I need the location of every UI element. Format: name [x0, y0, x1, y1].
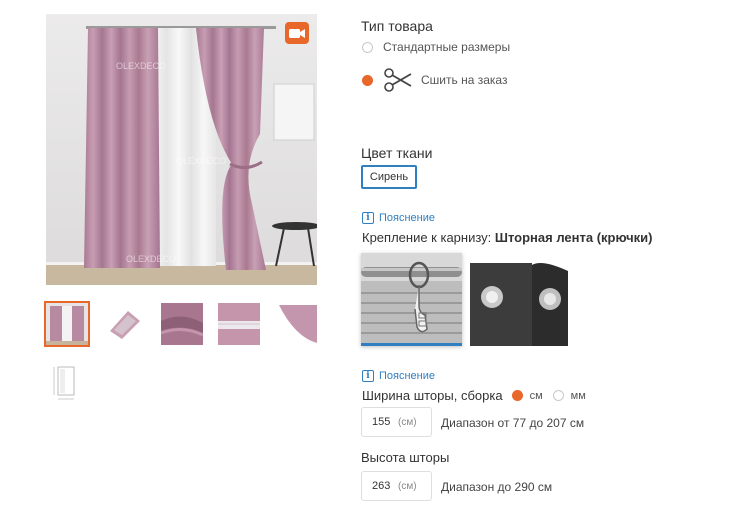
width-input[interactable] — [362, 416, 398, 428]
radio-standard-sizes[interactable] — [362, 41, 373, 53]
hint-label: Пояснение — [379, 370, 436, 382]
thumbnail-size-scheme[interactable] — [46, 361, 88, 403]
unit-radio-cm[interactable] — [511, 390, 523, 401]
unit-label-cm: см — [529, 389, 543, 402]
thumbnail-image — [46, 303, 88, 345]
thumbnail-fabric-tape[interactable] — [218, 303, 260, 345]
height-unit: (см) — [398, 480, 417, 492]
width-hint-link[interactable]: i Пояснение — [362, 370, 435, 382]
mount-hint-link[interactable]: i Пояснение — [362, 212, 435, 224]
width-range: Диапазон от 77 до 207 см — [441, 416, 585, 430]
height-label: Высота шторы — [361, 450, 450, 465]
height-range: Диапазон до 290 см — [441, 480, 553, 494]
video-button[interactable] — [285, 22, 309, 44]
unit-radio-mm[interactable] — [552, 390, 564, 401]
width-label: Ширина шторы, сборка — [362, 388, 503, 403]
mount-selected-value: Шторная лента (крючки) — [494, 230, 653, 245]
thumbnail-image — [218, 303, 260, 345]
mount-option-grommets[interactable] — [470, 253, 569, 346]
option-label: Сшить на заказ — [421, 73, 508, 87]
width-unit: (см) — [398, 416, 417, 428]
curtain-photo: OLEXDECO OLEXDECO OLEXDECO — [46, 14, 317, 285]
watermark-text: OLEXDECO — [116, 61, 166, 71]
mount-label: Крепление к карнизу: Шторная лента (крюч… — [362, 230, 652, 245]
thumbnail-fabric-corner[interactable] — [275, 303, 317, 345]
info-icon: i — [362, 212, 374, 224]
height-field[interactable]: (см) — [361, 471, 432, 501]
option-label: Стандартные размеры — [383, 40, 511, 54]
color-option-lilac[interactable]: Сирень — [361, 165, 417, 189]
thumbnail-curtain-full[interactable] — [44, 301, 90, 347]
thumbnail-image — [104, 303, 146, 345]
option-custom-sewing[interactable]: Сшить на заказ — [362, 66, 507, 94]
height-input[interactable] — [362, 480, 398, 492]
mount-label-text: Крепление к карнизу: — [362, 230, 492, 245]
info-icon: i — [362, 370, 374, 382]
grommets-image — [470, 253, 569, 346]
fabric-color-title: Цвет ткани — [361, 145, 433, 161]
width-label-row: Ширина шторы, сборка см мм — [362, 388, 586, 403]
option-standard-sizes[interactable]: Стандартные размеры — [362, 40, 510, 54]
thumbnail-image — [161, 303, 203, 345]
thumbnail-fabric-fold[interactable] — [161, 303, 203, 345]
video-camera-icon — [289, 29, 305, 38]
watermark-text: OLEXDECO — [176, 156, 226, 166]
mount-option-hooks[interactable] — [361, 253, 462, 346]
radio-custom-sewing[interactable] — [362, 74, 373, 86]
unit-label-mm: мм — [570, 389, 586, 402]
hooks-tape-image — [361, 253, 462, 343]
watermark-text: OLEXDECO — [126, 254, 176, 264]
main-product-photo[interactable]: OLEXDECO OLEXDECO OLEXDECO — [46, 14, 317, 285]
product-type-title: Тип товара — [361, 18, 433, 34]
hint-label: Пояснение — [379, 212, 436, 224]
scissors-icon — [384, 68, 412, 92]
thumbnail-package[interactable] — [104, 303, 146, 345]
width-field[interactable]: (см) — [361, 407, 432, 437]
thumbnail-image — [46, 361, 88, 403]
thumbnail-image — [275, 303, 317, 345]
